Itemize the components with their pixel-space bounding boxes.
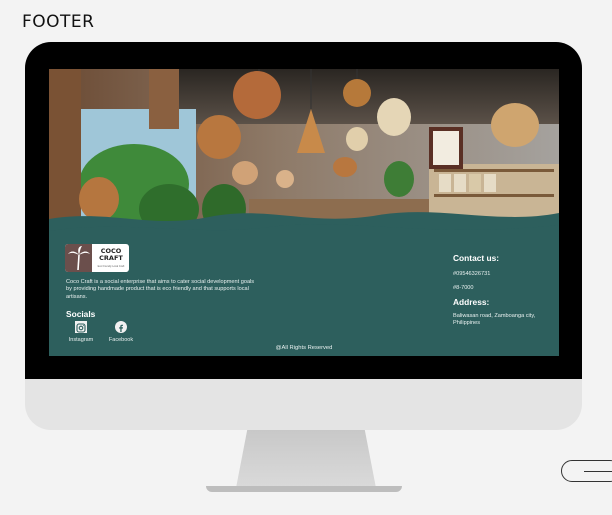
contact-landline[interactable]: #8-7000 bbox=[453, 285, 474, 292]
logo-wordmark: COCO CRAFT bbox=[94, 248, 128, 262]
contact-phone[interactable]: #09546326731 bbox=[453, 271, 490, 278]
section-title: FOOTER bbox=[22, 12, 95, 32]
instagram-icon bbox=[75, 321, 87, 333]
social-link-instagram[interactable]: Instagram bbox=[63, 321, 99, 343]
monitor-mockup: COCO CRAFT Eco Friendly Local Craft Coco… bbox=[25, 42, 582, 430]
facebook-icon bbox=[115, 321, 127, 333]
copyright-text: @All Rights Reserved bbox=[275, 345, 333, 351]
monitor-stand-base bbox=[206, 486, 402, 492]
facebook-label: Facebook bbox=[108, 337, 134, 343]
socials-heading: Socials bbox=[66, 309, 96, 319]
monitor-stand bbox=[236, 430, 376, 488]
logo-word-2: CRAFT bbox=[99, 254, 123, 262]
footer-description: Coco Craft is a social enterprise that a… bbox=[66, 279, 255, 300]
logo-tagline: Eco Friendly Local Craft bbox=[97, 265, 125, 268]
address-heading: Address: bbox=[453, 297, 490, 307]
address-text: Baliwasan road, Zamboanga city, Philippi… bbox=[453, 313, 536, 326]
instagram-label: Instagram bbox=[68, 337, 94, 343]
website-screen: COCO CRAFT Eco Friendly Local Craft Coco… bbox=[49, 69, 559, 356]
palm-tree-icon bbox=[65, 244, 92, 272]
coco-craft-logo[interactable]: COCO CRAFT Eco Friendly Local Craft bbox=[65, 244, 129, 272]
social-link-facebook[interactable]: Facebook bbox=[103, 321, 139, 343]
footer: COCO CRAFT Eco Friendly Local Craft Coco… bbox=[49, 69, 559, 356]
scroll-indicator[interactable] bbox=[561, 460, 612, 482]
scroll-indicator-bar bbox=[584, 471, 612, 472]
contact-heading: Contact us: bbox=[453, 253, 500, 263]
